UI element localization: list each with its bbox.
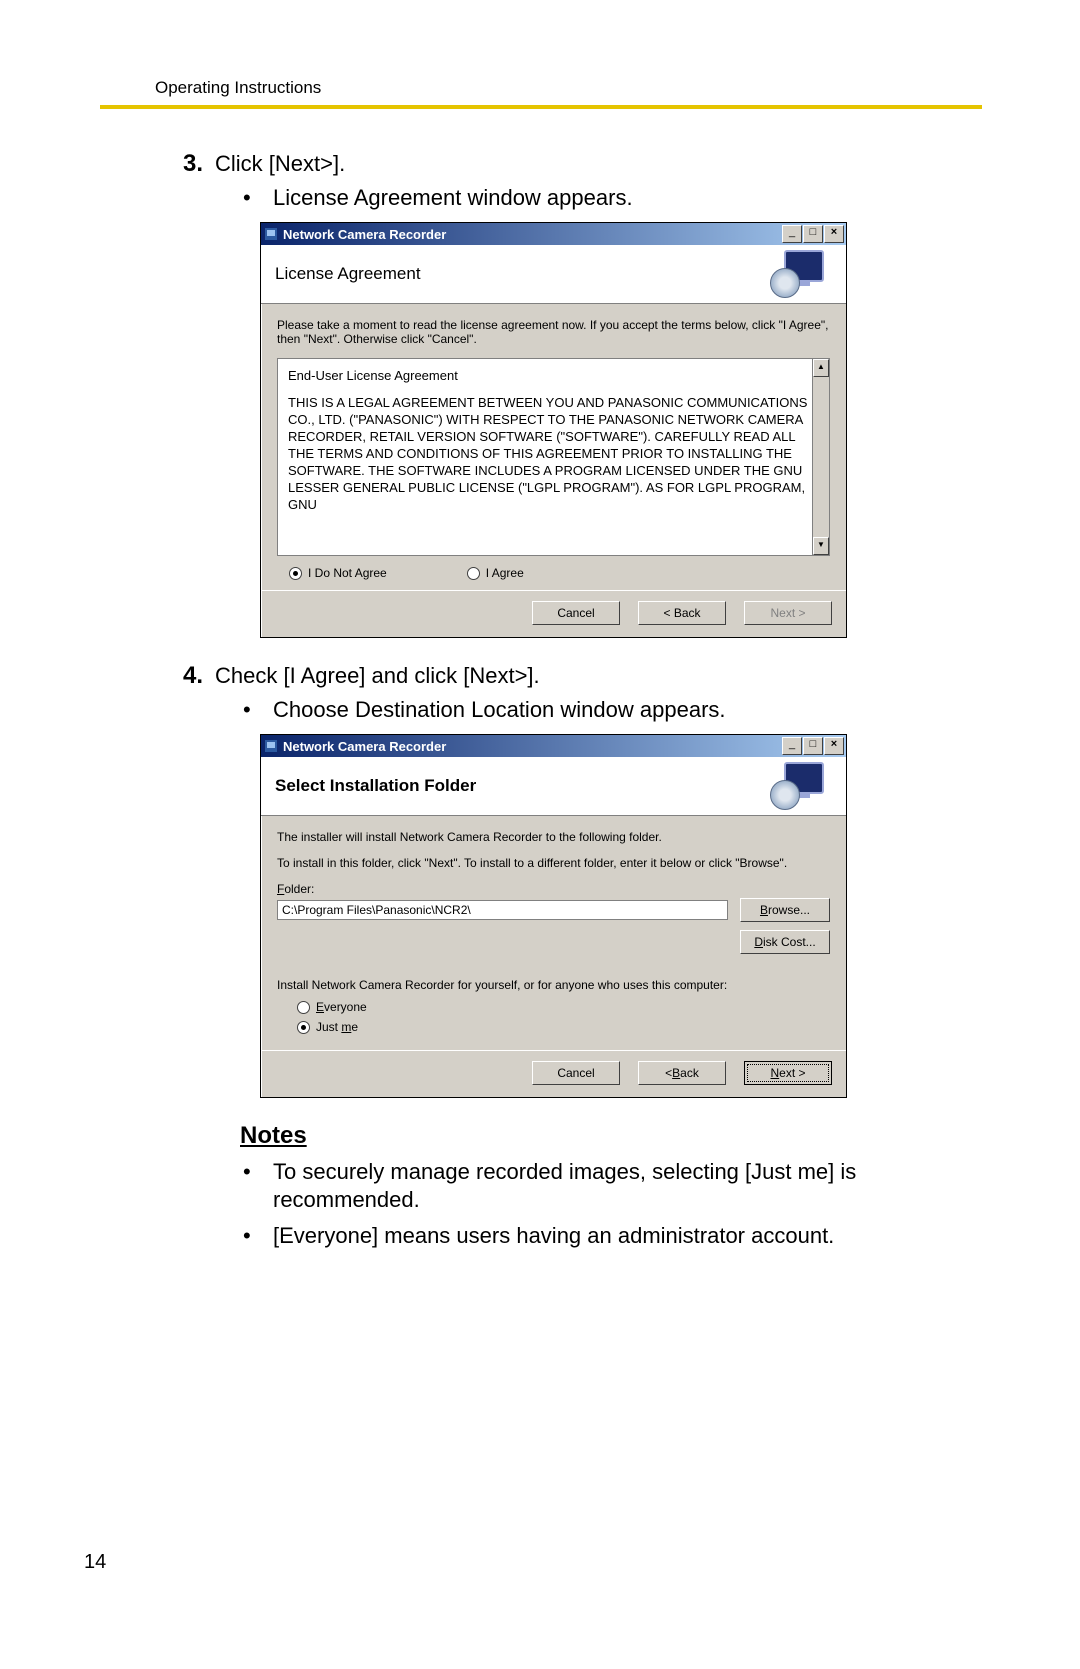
app-icon <box>263 738 279 754</box>
install-for-label: Install Network Camera Recorder for your… <box>277 978 830 992</box>
cancel-button[interactable]: Cancel <box>532 601 620 625</box>
bullet-text: [Everyone] means users having an adminis… <box>273 1222 834 1250</box>
radio-do-not-agree[interactable]: I Do Not Agree <box>289 566 387 580</box>
radio-label: I Do Not Agree <box>308 566 387 580</box>
wizard-body: The installer will install Network Camer… <box>261 816 846 1050</box>
select-folder-window: Network Camera Recorder _ □ × Select Ins… <box>260 734 847 1098</box>
minimize-button[interactable]: _ <box>782 225 802 243</box>
wizard-header: License Agreement <box>261 245 846 304</box>
step-text: Click [Next>]. <box>215 150 980 178</box>
folder-instr-1: The installer will install Network Camer… <box>277 830 830 844</box>
back-button[interactable]: < Back <box>638 1061 726 1085</box>
close-button[interactable]: × <box>824 225 844 243</box>
titlebar: Network Camera Recorder _ □ × <box>261 223 846 245</box>
notes-heading: Notes <box>240 1122 980 1150</box>
bullet-icon: • <box>243 184 273 212</box>
back-button[interactable]: < Back <box>638 601 726 625</box>
close-button[interactable]: × <box>824 737 844 755</box>
bullet-text: Choose Destination Location window appea… <box>273 696 726 724</box>
radio-everyone[interactable]: Everyone <box>297 1000 830 1014</box>
wizard-button-bar: Cancel < Back Next > <box>261 1050 846 1097</box>
window-title: Network Camera Recorder <box>283 739 782 754</box>
wizard-graphic <box>768 762 832 810</box>
step-3-bullet: • License Agreement window appears. <box>155 184 980 212</box>
radio-label: Just me <box>316 1020 358 1034</box>
cancel-button[interactable]: Cancel <box>532 1061 620 1085</box>
step-text: Check [I Agree] and click [Next>]. <box>215 662 980 690</box>
radio-label: I Agree <box>486 566 524 580</box>
install-for-radio-group: Everyone Just me <box>277 1000 830 1034</box>
bullet-icon: • <box>243 1222 273 1250</box>
folder-label: Folder: <box>277 882 830 896</box>
eula-heading: End-User License Agreement <box>288 367 819 384</box>
browse-button[interactable]: Browse... <box>740 898 830 922</box>
folder-instr-2: To install in this folder, click "Next".… <box>277 856 830 870</box>
radio-agree[interactable]: I Agree <box>467 566 524 580</box>
bullet-icon: • <box>243 696 273 724</box>
step-4-bullet: • Choose Destination Location window app… <box>155 696 980 724</box>
app-icon <box>263 226 279 242</box>
radio-icon <box>289 567 302 580</box>
eula-textbox[interactable]: End-User License Agreement THIS IS A LEG… <box>277 358 830 556</box>
wizard-title: License Agreement <box>275 264 421 284</box>
wizard-graphic <box>768 250 832 298</box>
page-content: 3. Click [Next>]. • License Agreement wi… <box>100 60 980 1250</box>
radio-icon <box>467 567 480 580</box>
window-title: Network Camera Recorder <box>283 227 782 242</box>
maximize-button[interactable]: □ <box>803 225 823 243</box>
folder-input[interactable]: C:\Program Files\Panasonic\NCR2\ <box>277 900 728 920</box>
license-instruction: Please take a moment to read the license… <box>277 318 830 346</box>
step-3: 3. Click [Next>]. <box>155 150 980 178</box>
radio-icon <box>297 1021 310 1034</box>
maximize-button[interactable]: □ <box>803 737 823 755</box>
bullet-icon: • <box>243 1158 273 1214</box>
wizard-header: Select Installation Folder <box>261 757 846 816</box>
wizard-title: Select Installation Folder <box>275 776 476 796</box>
disk-cost-button[interactable]: Disk Cost... <box>740 930 830 954</box>
radio-label: Everyone <box>316 1000 367 1014</box>
page-number: 14 <box>84 1551 106 1574</box>
eula-body: THIS IS A LEGAL AGREEMENT BETWEEN YOU AN… <box>288 394 819 513</box>
step-number: 3. <box>155 150 215 178</box>
bullet-text: To securely manage recorded images, sele… <box>273 1158 980 1214</box>
radio-icon <box>297 1001 310 1014</box>
scroll-down-button[interactable]: ▼ <box>813 537 829 555</box>
radio-just-me[interactable]: Just me <box>297 1020 830 1034</box>
next-button[interactable]: Next > <box>744 601 832 625</box>
titlebar: Network Camera Recorder _ □ × <box>261 735 846 757</box>
next-button[interactable]: Next > <box>744 1061 832 1085</box>
notes-bullet-1: • To securely manage recorded images, se… <box>155 1158 980 1214</box>
scroll-up-button[interactable]: ▲ <box>813 359 829 377</box>
document-page: Operating Instructions 3. Click [Next>].… <box>0 0 1080 1669</box>
agree-radio-group: I Do Not Agree I Agree <box>277 566 830 580</box>
license-agreement-window: Network Camera Recorder _ □ × License Ag… <box>260 222 847 638</box>
step-number: 4. <box>155 662 215 690</box>
wizard-body: Please take a moment to read the license… <box>261 304 846 590</box>
scrollbar[interactable]: ▲ ▼ <box>812 359 829 555</box>
notes-bullet-2: • [Everyone] means users having an admin… <box>155 1222 980 1250</box>
step-4: 4. Check [I Agree] and click [Next>]. <box>155 662 980 690</box>
wizard-button-bar: Cancel < Back Next > <box>261 590 846 637</box>
bullet-text: License Agreement window appears. <box>273 184 633 212</box>
minimize-button[interactable]: _ <box>782 737 802 755</box>
